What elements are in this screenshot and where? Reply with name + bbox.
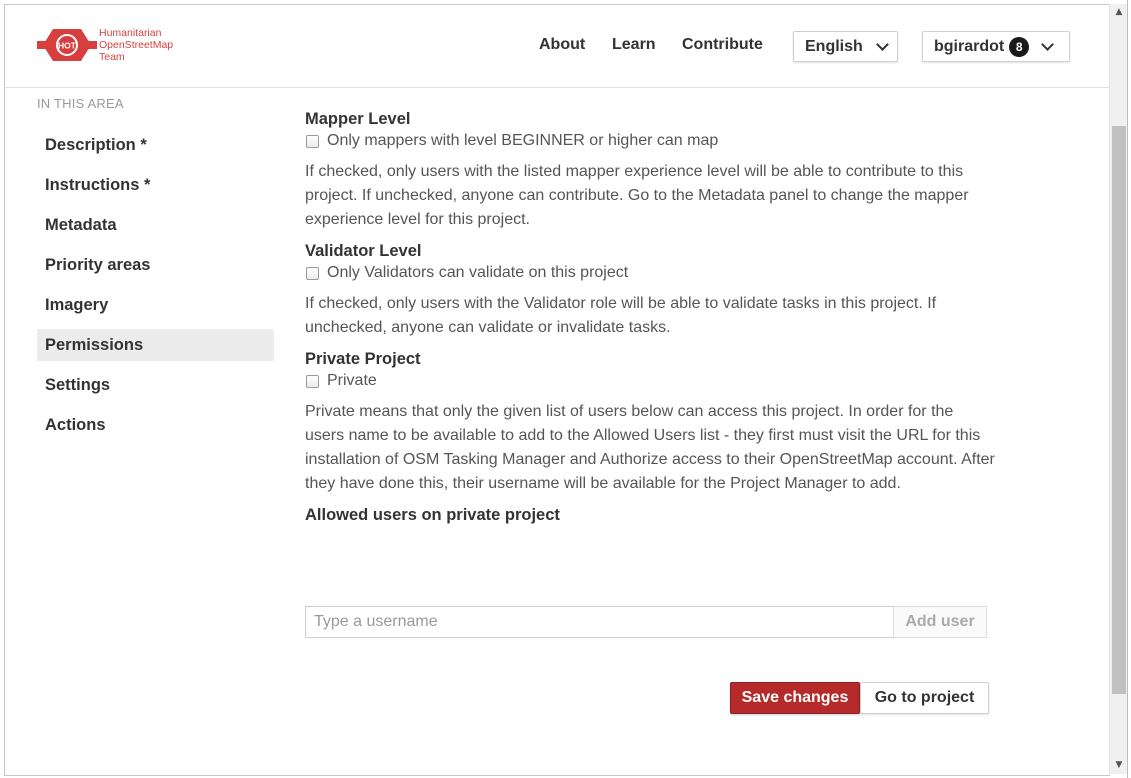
sidebar-item-metadata[interactable]: Metadata <box>37 209 274 241</box>
permissions-panel: Mapper Level Only mappers with level BEG… <box>305 109 995 714</box>
private-project-checkbox-label[interactable]: Private <box>327 372 377 390</box>
username-input[interactable]: Type a username <box>305 606 893 638</box>
brand-name[interactable]: Humanitarian OpenStreetMap Team <box>99 27 173 63</box>
private-project-section: Private Project Private Private means th… <box>305 349 995 496</box>
language-label: English <box>805 37 863 55</box>
window-edge <box>1127 0 1131 778</box>
add-user-button[interactable]: Add user <box>893 606 987 638</box>
sidebar-item-settings[interactable]: Settings <box>37 369 274 401</box>
validator-level-checkbox[interactable] <box>306 266 319 280</box>
go-to-project-button[interactable]: Go to project <box>860 682 989 714</box>
save-changes-button[interactable]: Save changes <box>730 682 860 714</box>
sidebar-item-actions[interactable]: Actions <box>37 409 274 441</box>
private-project-option[interactable]: Private <box>305 369 995 393</box>
sidebar-item-instructions[interactable]: Instructions * <box>37 169 274 201</box>
scrollbar-thumb[interactable] <box>1112 126 1126 694</box>
hot-logo[interactable]: HOT <box>37 27 97 63</box>
chevron-down-icon <box>1041 38 1055 51</box>
private-project-description: Private means that only the given list o… <box>305 403 995 492</box>
nav-contribute-link[interactable]: Contribute <box>682 36 763 54</box>
sidebar-heading: IN THIS AREA <box>37 96 124 111</box>
brand-line-3: Team <box>99 51 125 63</box>
scroll-up-arrow-icon[interactable]: ▲ <box>1110 4 1128 21</box>
mapper-level-section: Mapper Level Only mappers with level BEG… <box>305 109 995 232</box>
allowed-users-title: Allowed users on private project <box>305 506 560 524</box>
nav-about-link[interactable]: About <box>539 36 585 54</box>
private-project-checkbox[interactable] <box>306 374 319 388</box>
language-dropdown[interactable]: English <box>793 31 898 62</box>
user-menu-dropdown[interactable]: bgirardot 8 <box>922 31 1070 62</box>
sidebar-item-priority-areas[interactable]: Priority areas <box>37 249 274 281</box>
sidebar-item-permissions[interactable]: Permissions <box>37 329 274 361</box>
validator-level-option[interactable]: Only Validators can validate on this pro… <box>305 261 995 285</box>
mapper-level-checkbox-label[interactable]: Only mappers with level BEGINNER or high… <box>327 132 718 150</box>
vertical-scrollbar[interactable]: ▲ ▼ <box>1109 4 1128 774</box>
username-label: bgirardot <box>934 37 1005 55</box>
notification-badge: 8 <box>1009 36 1030 57</box>
mapper-level-option[interactable]: Only mappers with level BEGINNER or high… <box>305 129 995 153</box>
brand-line-1: Humanitarian <box>99 27 162 39</box>
nav-learn-link[interactable]: Learn <box>612 36 656 54</box>
brand-line-2: OpenStreetMap <box>99 39 174 51</box>
allowed-users-input-group: Type a username Add user <box>305 606 987 638</box>
mapper-level-description: If checked, only users with the listed m… <box>305 163 969 228</box>
validator-level-section: Validator Level Only Validators can vali… <box>305 241 995 340</box>
sidebar-item-imagery[interactable]: Imagery <box>37 289 274 321</box>
validator-level-description: If checked, only users with the Validato… <box>305 295 937 336</box>
private-project-title: Private Project <box>305 350 421 368</box>
browser-viewport: HOT Humanitarian OpenStreetMap Team Abou… <box>4 4 1110 776</box>
mapper-level-title: Mapper Level <box>305 110 411 128</box>
chevron-down-icon <box>875 38 889 51</box>
mapper-level-checkbox[interactable] <box>306 134 319 148</box>
top-navbar: HOT Humanitarian OpenStreetMap Team Abou… <box>5 5 1110 88</box>
validator-level-title: Validator Level <box>305 242 422 260</box>
sidebar-item-description[interactable]: Description * <box>37 129 274 161</box>
scroll-down-arrow-icon[interactable]: ▼ <box>1110 757 1128 774</box>
svg-text:HOT: HOT <box>58 41 77 51</box>
validator-level-checkbox-label[interactable]: Only Validators can validate on this pro… <box>327 264 628 282</box>
